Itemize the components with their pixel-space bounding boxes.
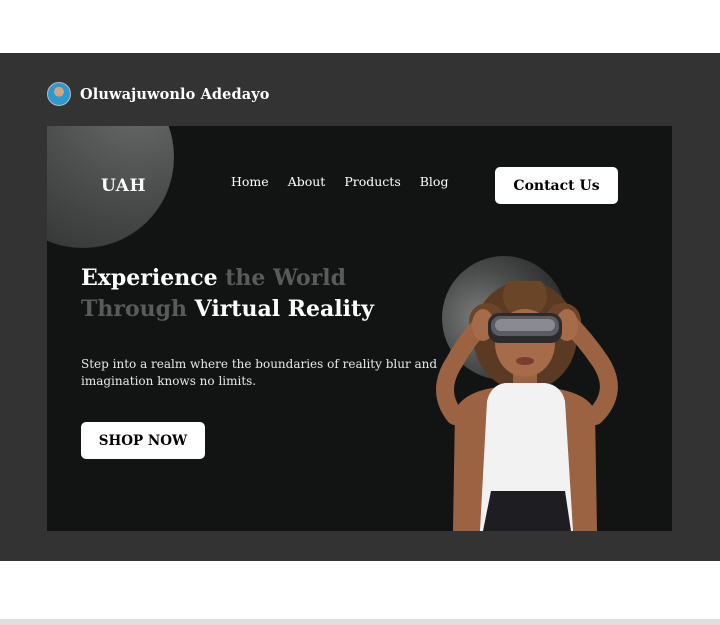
nav-about-link[interactable]: About xyxy=(288,174,326,189)
vr-headset-person-image xyxy=(436,281,618,531)
main-navigation: Home About Products Blog xyxy=(231,174,448,189)
contact-us-button[interactable]: Contact Us xyxy=(495,167,618,204)
bottom-scrollbar-strip xyxy=(0,619,720,625)
hero-headline: Experience the World Through Virtual Rea… xyxy=(81,263,374,325)
nav-products-link[interactable]: Products xyxy=(344,174,400,189)
bottom-margin xyxy=(0,561,720,619)
site-logo[interactable]: UAH xyxy=(101,176,146,196)
nav-home-link[interactable]: Home xyxy=(231,174,269,189)
author-badge[interactable]: Oluwajuwonlo Adedayo xyxy=(47,82,270,106)
shop-now-button[interactable]: SHOP NOW xyxy=(81,422,205,459)
author-name[interactable]: Oluwajuwonlo Adedayo xyxy=(80,86,270,103)
hero-subtext: Step into a realm where the boundaries o… xyxy=(81,357,438,388)
author-avatar[interactable] xyxy=(47,82,71,106)
headline-virtual-reality: Virtual Reality xyxy=(187,296,374,322)
headline-the-world: the World xyxy=(217,265,346,291)
top-margin xyxy=(0,0,720,53)
nav-blog-link[interactable]: Blog xyxy=(420,174,449,189)
landing-page-card: UAH Home About Products Blog Contact Us … xyxy=(47,126,672,531)
headline-experience: Experience xyxy=(81,265,218,291)
headline-through: Through xyxy=(81,296,188,322)
